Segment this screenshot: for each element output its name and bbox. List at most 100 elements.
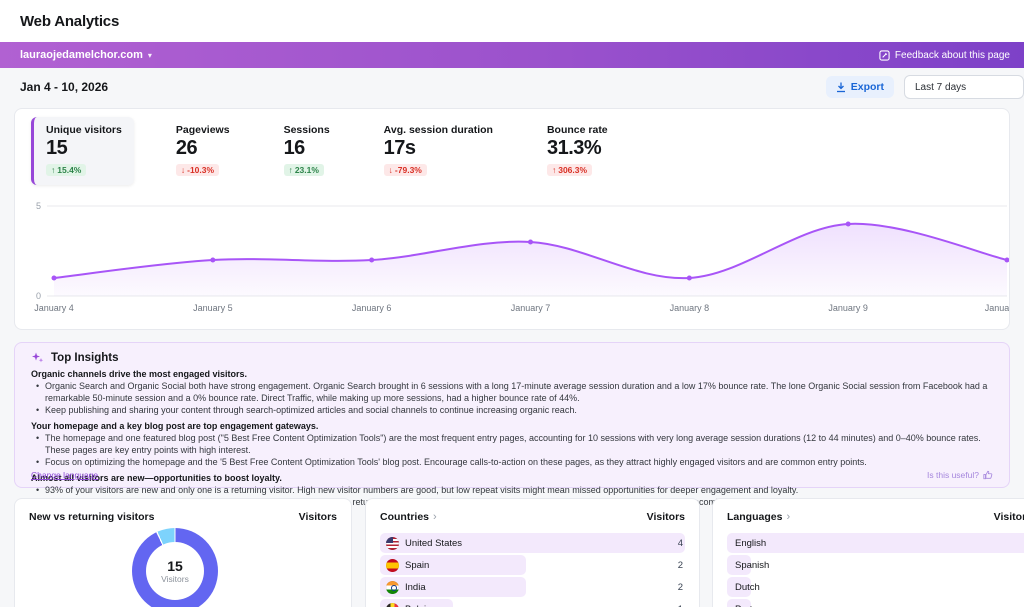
language-name: Spanish <box>733 560 769 571</box>
insight-bullet: The homepage and one featured blog post … <box>31 432 993 456</box>
site-bar: lauraojedamelchor.com ▾ Feedback about t… <box>0 42 1024 68</box>
chevron-right-icon: › <box>786 511 790 523</box>
card-header: Countries› Visitors <box>380 511 685 523</box>
insight-bullet: Focus on optimizing the homepage and the… <box>31 456 993 468</box>
site-domain-label: lauraojedamelchor.com <box>20 49 143 61</box>
svg-text:January 6: January 6 <box>352 303 392 313</box>
stat-delta-badge: ↑23.1% <box>284 164 324 176</box>
countries-card: Countries› Visitors United States 4 Spai… <box>365 498 700 607</box>
stat-tile-row: Unique visitors 15 ↑15.4% Pageviews 26 ↓… <box>31 117 620 185</box>
stat-tile-avg-session-duration[interactable]: Avg. session duration 17s ↓-79.3% <box>372 117 505 185</box>
donut-center: 15 Visitors <box>146 542 204 600</box>
stat-delta-badge: ↑306.3% <box>547 164 592 176</box>
chevron-right-icon: › <box>433 511 437 523</box>
site-domain-dropdown[interactable]: lauraojedamelchor.com ▾ <box>20 49 152 61</box>
export-label: Export <box>851 81 884 93</box>
country-row[interactable]: United States 4 <box>380 533 685 553</box>
insights-title: Top Insights <box>51 352 119 364</box>
card-header: New vs returning visitors Visitors <box>29 511 337 523</box>
new-vs-returning-card: New vs returning visitors Visitors 15 Vi… <box>14 498 352 607</box>
download-icon <box>836 82 846 93</box>
stat-label: Avg. session duration <box>384 124 493 136</box>
languages-title-link[interactable]: Languages› <box>727 511 790 523</box>
svg-text:5: 5 <box>36 201 41 211</box>
insight-group: Your homepage and a key blog post are to… <box>31 420 993 468</box>
country-name: United States <box>405 538 462 549</box>
language-name: Dutch <box>733 582 760 593</box>
stat-label: Pageviews <box>176 124 230 136</box>
insight-bullet: Keep publishing and sharing your content… <box>31 404 993 416</box>
svg-text:0: 0 <box>36 291 41 301</box>
flag-spain-icon <box>386 559 399 572</box>
analytics-panel: Unique visitors 15 ↑15.4% Pageviews 26 ↓… <box>14 108 1010 330</box>
visitors-line-chart: 05January 4January 5January 6January 7Ja… <box>15 197 1010 330</box>
insight-heading: Your homepage and a key blog post are to… <box>31 420 993 432</box>
feedback-link[interactable]: Feedback about this page <box>879 50 1010 61</box>
visitors-column-header: Visitors <box>647 511 685 523</box>
svg-text:January 4: January 4 <box>34 303 74 313</box>
period-select[interactable]: Last 7 days <box>904 75 1024 99</box>
languages-card: Languages› Visitors English Spanish Dutc… <box>712 498 1024 607</box>
insight-bullet: 93% of your visitors are new and only on… <box>31 484 993 496</box>
insight-heading: Almost all visitors are new—opportunitie… <box>31 472 993 484</box>
feedback-icon <box>879 50 890 61</box>
web-analytics-page: Web Analytics lauraojedamelchor.com ▾ Fe… <box>0 0 1024 607</box>
feedback-useful-control[interactable]: Is this useful? <box>927 470 993 480</box>
card-header: Languages› Visitors <box>727 511 1024 523</box>
country-name: Spain <box>405 560 429 571</box>
stat-label: Sessions <box>284 124 330 136</box>
stat-value: 31.3% <box>547 137 608 160</box>
stat-delta: -79.3% <box>395 165 422 175</box>
visitors-column-header: Visitors <box>994 511 1024 523</box>
insight-group: Organic channels drive the most engaged … <box>31 368 993 416</box>
stat-value: 15 <box>46 137 122 160</box>
top-header: Web Analytics <box>0 0 1024 42</box>
language-name: Portuguese <box>733 604 784 607</box>
period-select-value: Last 7 days <box>915 82 966 93</box>
export-button[interactable]: Export <box>826 76 894 98</box>
toolbar: Jan 4 - 10, 2026 Export Last 7 days <box>0 68 1024 106</box>
flag-india-icon <box>386 581 399 594</box>
stat-label: Unique visitors <box>46 124 122 136</box>
language-row[interactable]: English <box>727 533 1024 553</box>
stat-tile-pageviews[interactable]: Pageviews 26 ↓-10.3% <box>164 117 242 185</box>
trend-down-icon: ↓ <box>181 165 185 175</box>
svg-text:January 10: January 10 <box>985 303 1010 313</box>
stat-delta-badge: ↓-79.3% <box>384 164 427 176</box>
country-row[interactable]: Belgium 1 <box>380 599 685 607</box>
donut-total-label: Visitors <box>161 574 189 584</box>
stat-tile-bounce-rate[interactable]: Bounce rate 31.3% ↑306.3% <box>535 117 620 185</box>
top-insights-panel: Top Insights Organic channels drive the … <box>14 342 1010 488</box>
thumbs-up-icon[interactable] <box>983 470 993 480</box>
stat-tile-sessions[interactable]: Sessions 16 ↑23.1% <box>272 117 342 185</box>
trend-up-icon: ↑ <box>552 165 556 175</box>
language-row[interactable]: Portuguese <box>727 599 1024 607</box>
language-row[interactable]: Dutch <box>727 577 1024 597</box>
new-vs-returning-donut-chart[interactable]: 15 Visitors <box>132 528 218 607</box>
trend-down-icon: ↓ <box>389 165 393 175</box>
stat-tile-unique-visitors[interactable]: Unique visitors 15 ↑15.4% <box>31 117 134 185</box>
trend-up-icon: ↑ <box>51 165 55 175</box>
insights-title-row: Top Insights <box>31 351 993 364</box>
visitors-column-header: Visitors <box>299 511 337 523</box>
donut-total-value: 15 <box>167 559 183 574</box>
stat-value: 26 <box>176 137 230 160</box>
new-vs-returning-title: New vs returning visitors <box>29 511 154 523</box>
insight-bullet: Organic Search and Organic Social both h… <box>31 380 993 404</box>
stat-delta: -10.3% <box>187 165 214 175</box>
svg-text:January 9: January 9 <box>828 303 868 313</box>
country-row[interactable]: Spain 2 <box>380 555 685 575</box>
stat-delta-badge: ↑15.4% <box>46 164 86 176</box>
change-language-link[interactable]: Change language <box>31 470 98 480</box>
stat-delta: 23.1% <box>295 165 319 175</box>
countries-title-link[interactable]: Countries› <box>380 511 437 523</box>
country-name: Belgium <box>405 604 439 607</box>
stat-label: Bounce rate <box>547 124 608 136</box>
insight-heading: Organic channels drive the most engaged … <box>31 368 993 380</box>
svg-text:January 8: January 8 <box>670 303 710 313</box>
flag-belgium-icon <box>386 603 399 607</box>
language-row[interactable]: Spanish <box>727 555 1024 575</box>
language-name: English <box>733 538 766 549</box>
language-bar <box>727 533 1024 553</box>
country-row[interactable]: India 2 <box>380 577 685 597</box>
